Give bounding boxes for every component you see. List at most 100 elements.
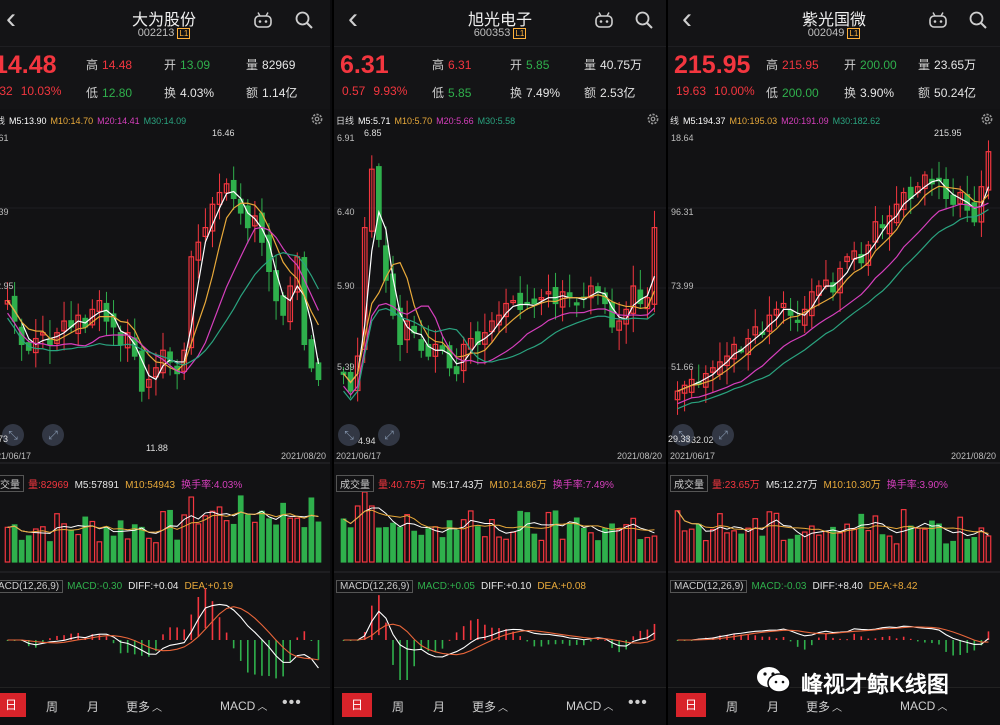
volume-bar [146, 537, 152, 563]
tab-more[interactable]: 更多 ︿ [472, 698, 508, 715]
volume-bar [985, 535, 992, 563]
volume-bar [54, 513, 60, 563]
macd-bar [183, 629, 185, 640]
macd-indicator-select[interactable]: MACD(12,26,9) [670, 580, 748, 593]
volume-bar [780, 539, 787, 563]
zoom-out-button[interactable]: ⤡ [338, 424, 360, 446]
volume-bar [188, 496, 195, 563]
tab-indicator[interactable]: MACD ︿ [900, 698, 947, 713]
volume-bar [354, 505, 361, 563]
volume-bar [552, 510, 559, 563]
macd-bar [945, 640, 947, 652]
volume-bar [418, 534, 425, 563]
period-high-value: 6.85 [364, 128, 382, 138]
y-tick-label: 6.40 [337, 207, 355, 217]
tab-month[interactable]: 月 [433, 698, 445, 715]
left-edge-value: 73 [0, 434, 9, 444]
volume-bar [936, 523, 942, 563]
volume-indicator-select[interactable]: 成交量 [670, 475, 708, 492]
volume-bar [18, 539, 25, 563]
volume-bar [644, 536, 651, 563]
tab-day[interactable]: 日 [676, 693, 706, 717]
macd-bar [289, 640, 291, 662]
tab-month[interactable]: 月 [767, 698, 779, 715]
more-options-icon[interactable]: ••• [282, 694, 302, 712]
watermark: 峰视才鲸K线图 [755, 663, 1000, 699]
tab-indicator[interactable]: MACD ︿ [566, 698, 613, 713]
candle [787, 309, 794, 316]
period-high-annotation: 16.46 [212, 128, 235, 138]
tab-more[interactable]: 更多 ︿ [806, 698, 842, 715]
period-high-annotation: 215.95 [934, 128, 962, 138]
macd-bar [533, 640, 536, 647]
macd-bar [162, 634, 164, 640]
volume-bar [390, 522, 396, 563]
zoom-in-button[interactable]: ⤢ [42, 424, 64, 446]
tab-day[interactable]: 日 [0, 693, 26, 717]
tab-more-label: 更多 [472, 700, 497, 714]
macd-bar [931, 640, 933, 644]
macd-legend: MACD(12,26,9) MACD:+0.05 DIFF:+0.10 DEA:+0.… [336, 580, 586, 593]
macd-bar [653, 623, 656, 640]
tab-indicator[interactable]: MACD ︿ [220, 698, 267, 713]
macd-bar [917, 640, 919, 642]
more-options-icon[interactable]: ••• [628, 694, 648, 712]
diff-value: DIFF:+0.10 [481, 581, 532, 592]
macd-bar [583, 640, 585, 646]
macd-bar [317, 640, 320, 660]
macd-bar [867, 638, 870, 640]
tab-month[interactable]: 月 [87, 698, 99, 715]
volume-bar [397, 526, 403, 563]
volume-bar [787, 538, 794, 563]
zoom-in-button[interactable]: ⤢ [712, 424, 734, 446]
macd-indicator-select[interactable]: ACD(12,26,9) [0, 580, 64, 593]
macd-bar [176, 627, 178, 640]
volume-bar [759, 535, 766, 563]
kline-chart[interactable] [0, 0, 330, 725]
chevron-up-icon: ︿ [603, 702, 614, 713]
tab-week[interactable]: 周 [46, 698, 58, 715]
tab-more[interactable]: 更多 ︿ [126, 698, 162, 715]
period-tab-bar: 日周月更多 ︿ MACD ︿ ••• [334, 687, 666, 725]
macd-bar [434, 640, 437, 653]
macd-bar [895, 638, 898, 640]
left-edge-value: 29.33 [668, 434, 691, 444]
volume-m10: M10:14.86万 [489, 480, 547, 491]
macd-bar [832, 637, 834, 640]
volume-bar [301, 527, 308, 563]
volume-bar [710, 528, 716, 563]
volume-bar [900, 509, 907, 563]
volume-m10: M10:54943 [125, 480, 176, 491]
macd-value: MACD:-0.30 [67, 581, 123, 592]
tab-day[interactable]: 日 [342, 693, 372, 717]
tab-week[interactable]: 周 [726, 698, 738, 715]
y-tick-label: 96.31 [671, 207, 694, 217]
volume-indicator-select[interactable]: 成交量 [336, 475, 374, 492]
period-low-value: 4.94 [358, 436, 376, 446]
period-high-annotation: 6.85 [364, 128, 382, 138]
macd-bar [519, 636, 521, 640]
macd-bar [112, 640, 115, 644]
tab-week[interactable]: 周 [392, 698, 404, 715]
macd-bar [625, 640, 627, 650]
volume-bar [794, 534, 801, 563]
macd-legend: MACD(12,26,9) MACD:-0.03 DIFF:+8.40 DEA:+8.… [670, 580, 917, 593]
zoom-in-button[interactable]: ⤢ [378, 424, 400, 446]
volume-bar [823, 530, 829, 563]
volume-bar [580, 527, 587, 563]
volume-bar [138, 526, 145, 563]
volume-bar [103, 526, 110, 563]
volume-m5: M5:57891 [74, 480, 120, 491]
volume-bar [82, 516, 89, 563]
date-end: 2021/08/20 [950, 451, 996, 461]
volume-bar [524, 512, 531, 563]
tab-more-label: 更多 [806, 700, 831, 714]
volume-indicator-select[interactable]: 成交量 [0, 475, 24, 492]
macd-indicator-select[interactable]: MACD(12,26,9) [336, 580, 414, 593]
period-low-value: 11.88 [146, 443, 168, 453]
kline-chart[interactable] [668, 0, 1000, 725]
kline-chart[interactable] [334, 0, 666, 725]
volume-bar [425, 528, 432, 563]
candle [418, 339, 425, 351]
volume-bar [588, 532, 594, 563]
